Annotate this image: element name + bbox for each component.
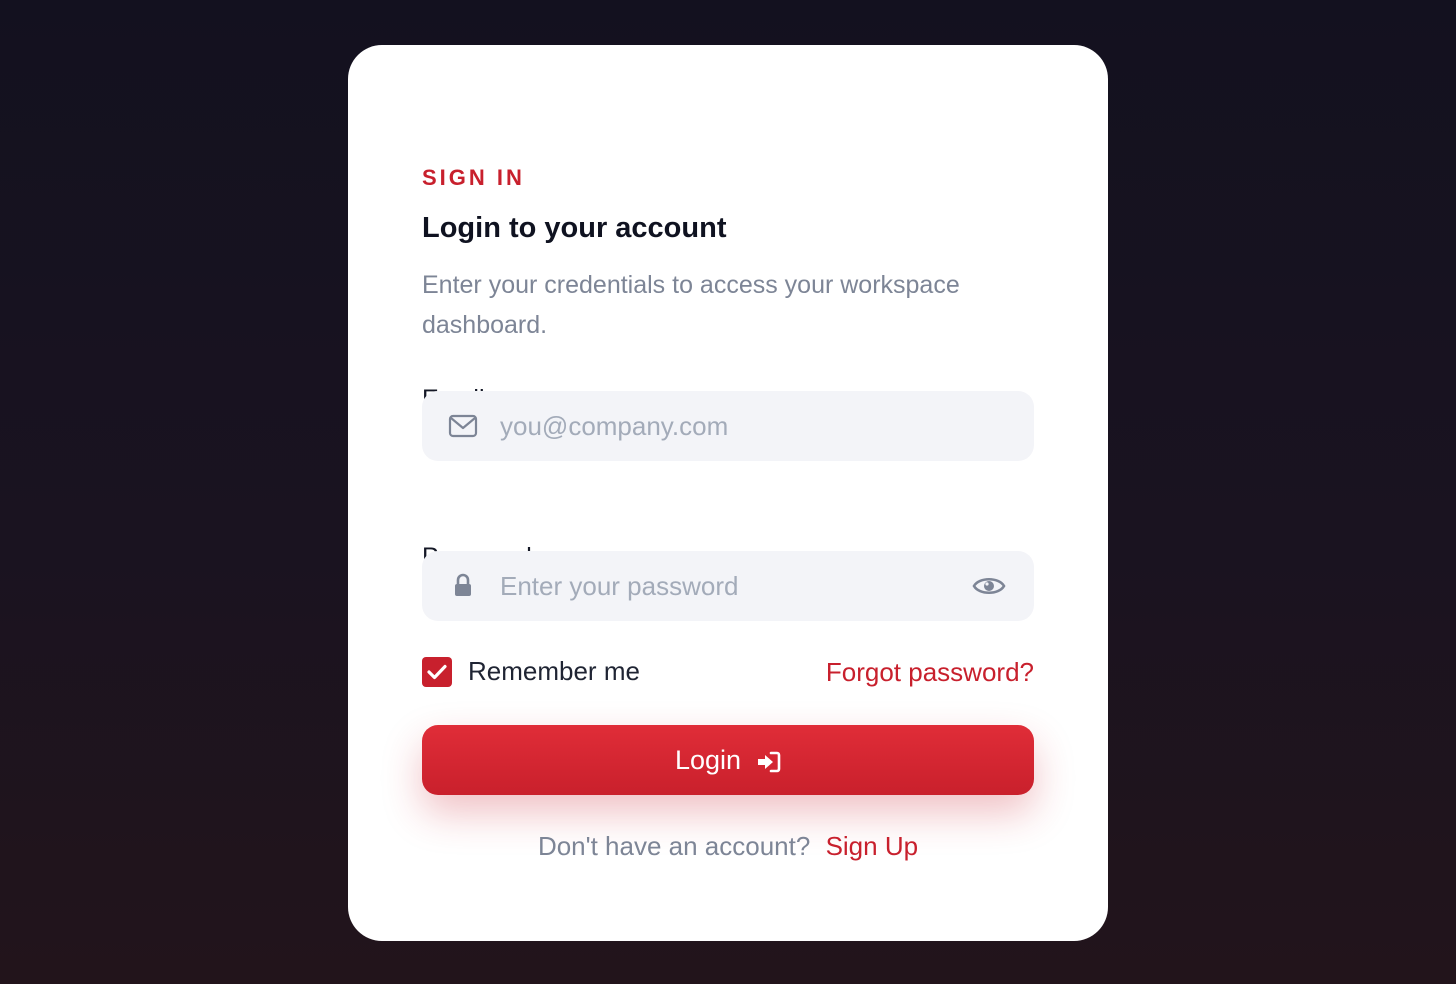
eye-icon[interactable]	[972, 573, 1006, 599]
lock-icon	[448, 573, 478, 599]
eyebrow-label: SIGN IN	[422, 165, 525, 190]
remember-me-label: Remember me	[468, 656, 640, 686]
password-field[interactable]	[422, 551, 1034, 621]
page-title: Login to your account	[422, 212, 727, 244]
checkbox-checked-icon[interactable]	[422, 656, 452, 687]
forgot-password-link[interactable]: Forgot password?	[826, 657, 1034, 688]
sign-up-link[interactable]: Sign Up	[826, 831, 919, 861]
page-subtitle: Enter your credentials to access your wo…	[422, 271, 960, 339]
signup-prompt: Don't have an account?	[537, 831, 811, 861]
mail-icon	[448, 413, 478, 439]
login-button-label: Login	[674, 744, 742, 775]
login-button[interactable]: Login	[422, 725, 1034, 795]
email-input[interactable]	[500, 391, 960, 461]
signup-row: Don't have an account? Sign Up	[422, 831, 1034, 862]
remember-me-checkbox[interactable]: Remember me	[422, 656, 640, 687]
password-input[interactable]	[500, 551, 960, 621]
sign-in-icon	[757, 749, 781, 773]
login-card: SIGN IN Login to your account Enter your…	[348, 45, 1108, 941]
email-field[interactable]	[422, 391, 1034, 461]
